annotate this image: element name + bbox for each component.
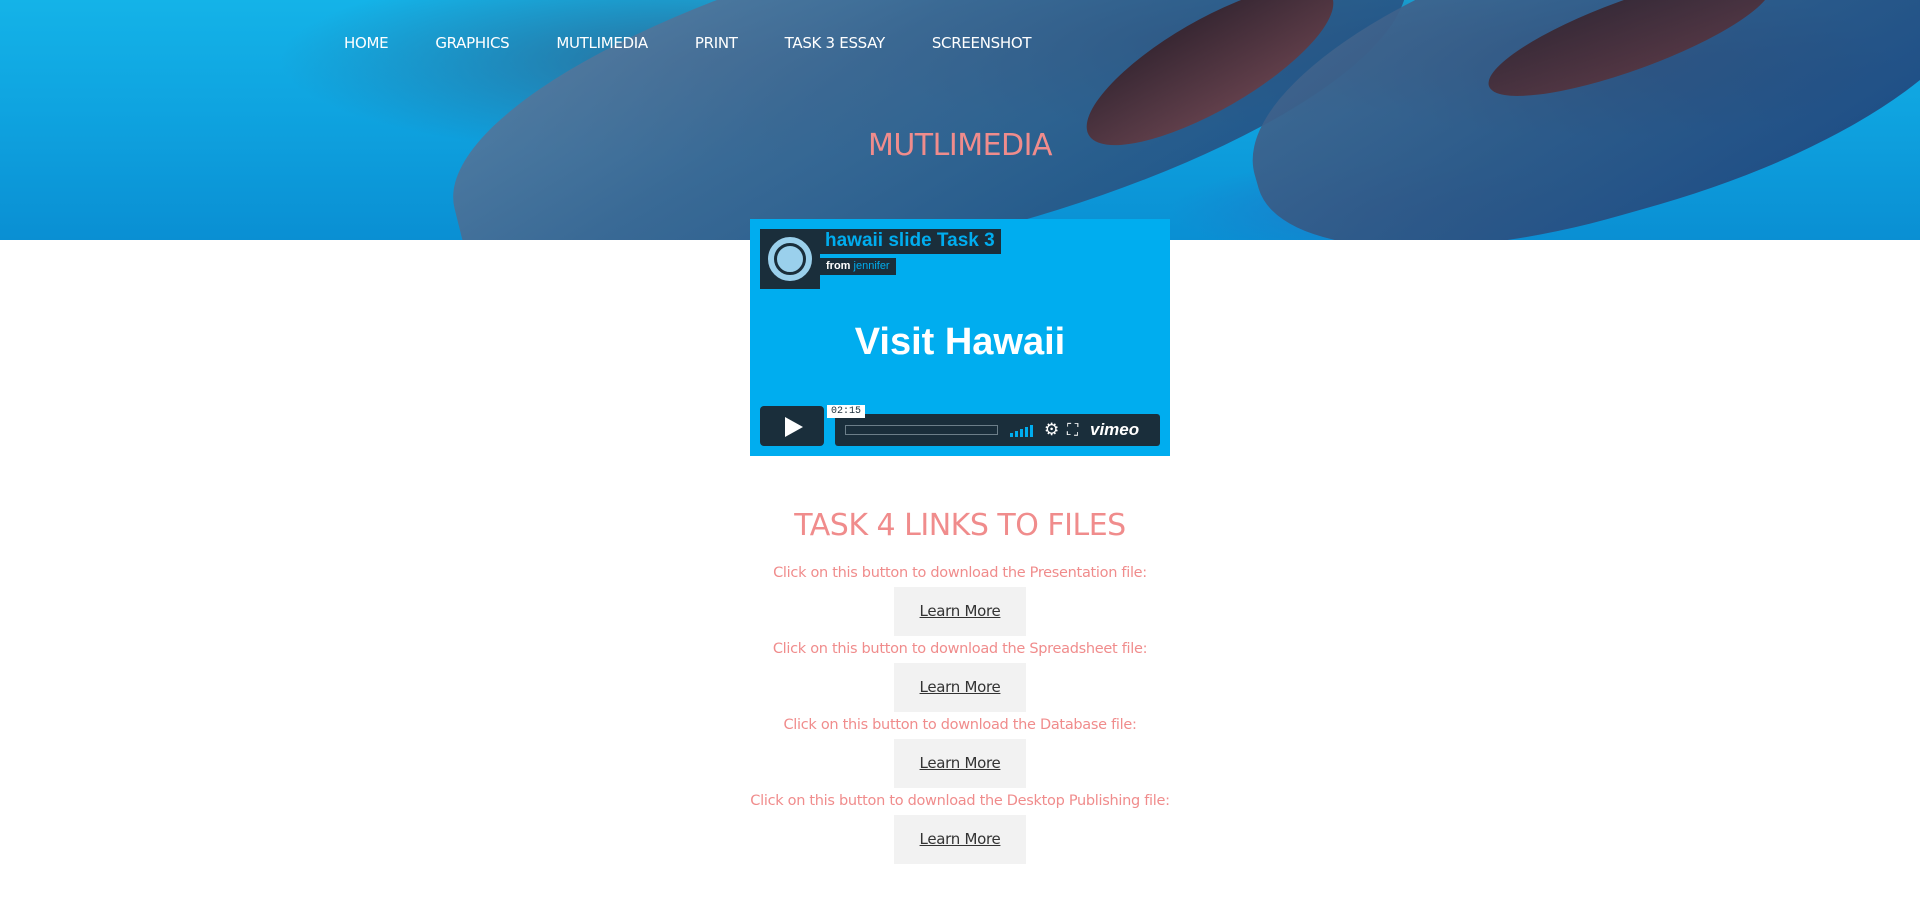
video-player[interactable]: hawaii slide Task 3 from jennifer Visit … [750, 219, 1170, 456]
play-icon [785, 417, 803, 437]
settings-gear-icon[interactable]: ⚙ [1044, 420, 1059, 440]
video-author-link[interactable]: jennifer [854, 260, 890, 272]
play-button[interactable] [760, 406, 824, 446]
download-item-presentation: Click on this button to download the Pre… [0, 560, 1920, 636]
section-title: TASK 4 LINKS TO FILES [794, 508, 1126, 543]
video-slide-text: Visit Hawaii [854, 321, 1066, 363]
download-caption: Click on this button to download the Pre… [773, 565, 1147, 581]
download-links: Click on this button to download the Pre… [0, 560, 1920, 864]
download-caption: Click on this button to download the Dat… [783, 717, 1137, 733]
video-timecode: 02:15 [827, 405, 866, 418]
learn-more-button[interactable]: Learn More [894, 587, 1026, 636]
video-title[interactable]: hawaii slide Task 3 [820, 229, 1001, 254]
page-title: MUTLIMEDIA [867, 128, 1053, 163]
volume-icon[interactable] [1010, 425, 1033, 437]
download-item-desktop-publishing: Click on this button to download the Des… [0, 788, 1920, 864]
download-caption: Click on this button to download the Des… [750, 793, 1170, 809]
video-progress-bar[interactable] [845, 425, 998, 435]
download-item-database: Click on this button to download the Dat… [0, 712, 1920, 788]
nav-item-graphics[interactable]: GRAPHICS [435, 34, 509, 52]
nav-item-screenshot[interactable]: SCREENSHOT [932, 34, 1032, 52]
video-byline: from jennifer [820, 258, 896, 275]
nav-item-home[interactable]: HOME [344, 34, 389, 52]
learn-more-button[interactable]: Learn More [894, 815, 1026, 864]
fullscreen-icon[interactable]: ⛶ [1067, 420, 1078, 440]
main-nav: HOME GRAPHICS MUTLIMEDIA PRINT TASK 3 ES… [344, 34, 1078, 52]
nav-item-multimedia[interactable]: MUTLIMEDIA [556, 34, 648, 52]
download-caption: Click on this button to download the Spr… [772, 641, 1148, 657]
learn-more-button[interactable]: Learn More [894, 739, 1026, 788]
vimeo-logo[interactable]: vimeo [1090, 420, 1139, 440]
nav-item-task3-essay[interactable]: TASK 3 ESSAY [785, 34, 885, 52]
byline-from-label: from [826, 260, 851, 272]
video-control-bar: ⚙ ⛶ vimeo [835, 414, 1160, 446]
author-avatar[interactable] [760, 229, 820, 289]
nav-item-print[interactable]: PRINT [695, 34, 738, 52]
download-item-spreadsheet: Click on this button to download the Spr… [0, 636, 1920, 712]
avatar-face-icon [766, 235, 814, 283]
learn-more-button[interactable]: Learn More [894, 663, 1026, 712]
hero-banner: HOME GRAPHICS MUTLIMEDIA PRINT TASK 3 ES… [0, 0, 1920, 240]
